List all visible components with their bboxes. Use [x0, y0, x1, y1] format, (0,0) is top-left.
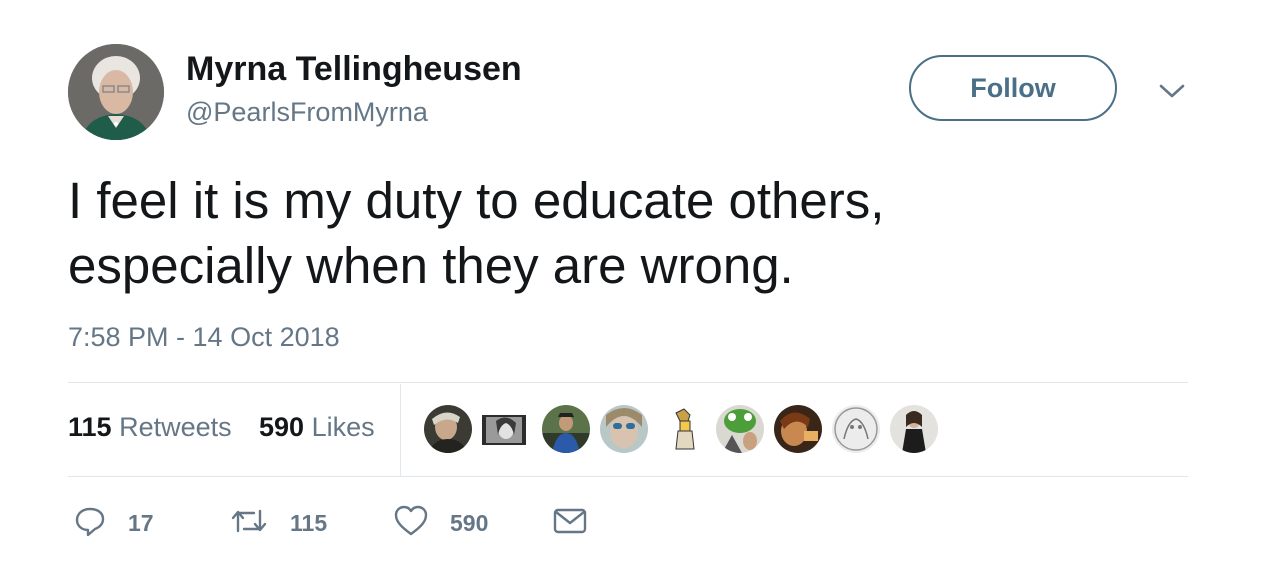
divider [68, 382, 1188, 383]
author-handle[interactable]: @PearlsFromMyrna [186, 97, 428, 128]
retweets-count: 115 [68, 412, 112, 442]
like-action[interactable]: 590 [394, 503, 488, 543]
tweet-timestamp[interactable]: 7:58 PM - 14 Oct 2018 [68, 322, 340, 353]
retweets-label: Retweets [119, 412, 232, 442]
retweet-action[interactable]: 115 [230, 503, 327, 543]
reply-icon [74, 505, 106, 542]
more-options-chevron-down-icon[interactable] [1157, 78, 1187, 104]
liker-avatar[interactable] [542, 405, 590, 453]
retweet-icon [230, 505, 268, 542]
tweet-card: Myrna Tellingheusen @PearlsFromMyrna Fol… [0, 0, 1262, 576]
liker-avatar[interactable] [660, 405, 708, 453]
liker-avatar[interactable] [716, 405, 764, 453]
liker-avatar[interactable] [482, 415, 526, 445]
envelope-icon [553, 506, 587, 541]
follow-button[interactable]: Follow [909, 55, 1117, 121]
reply-action[interactable]: 17 [74, 503, 154, 543]
divider [68, 476, 1188, 477]
reply-count: 17 [128, 509, 154, 536]
liker-avatar[interactable] [890, 405, 938, 453]
avatar-image [68, 44, 164, 140]
tweet-text: I feel it is my duty to educate others, … [68, 168, 1188, 298]
liker-avatar[interactable] [600, 405, 648, 453]
direct-message-action[interactable] [553, 503, 587, 543]
tweet-text-line: I feel it is my duty to educate others, [68, 172, 885, 229]
author-avatar[interactable] [68, 44, 164, 140]
liker-avatar[interactable] [832, 405, 880, 453]
likes-count: 590 [259, 412, 305, 442]
author-name[interactable]: Myrna Tellingheusen [186, 50, 522, 89]
likes-label: Likes [311, 412, 375, 442]
retweet-count: 115 [290, 509, 328, 536]
retweets-stat[interactable]: 115 Retweets [68, 412, 232, 443]
tweet-text-line: especially when they are wrong. [68, 237, 794, 294]
liker-avatar[interactable] [774, 405, 822, 453]
likes-stat[interactable]: 590 Likes [259, 412, 375, 443]
liker-avatar[interactable] [424, 405, 472, 453]
heart-icon [394, 505, 428, 542]
vertical-divider [400, 384, 401, 476]
like-count: 590 [450, 509, 489, 536]
